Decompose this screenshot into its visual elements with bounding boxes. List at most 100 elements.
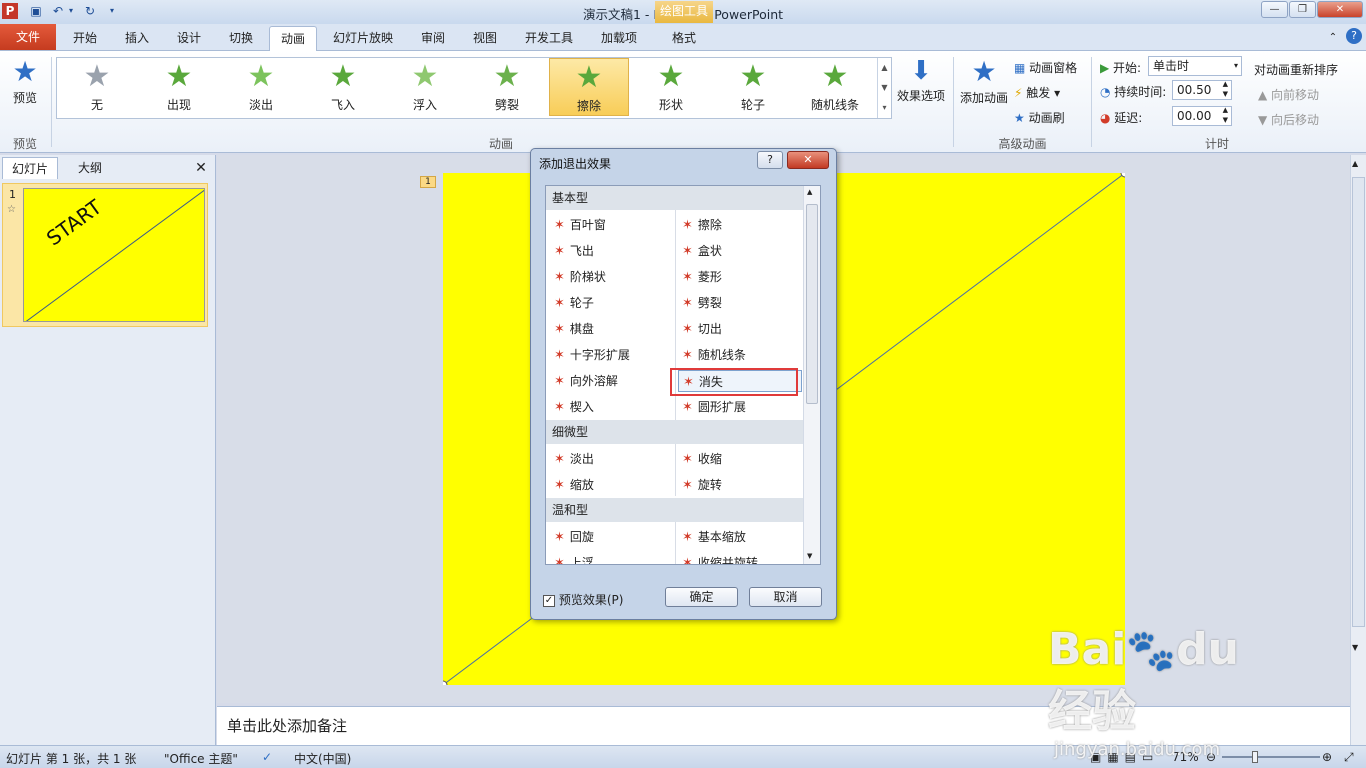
scroll-thumb[interactable] (806, 204, 818, 404)
scroll-down-icon[interactable]: ▼ (1352, 643, 1358, 652)
effect-item[interactable]: ✶ 棋盘 (554, 318, 594, 340)
tab-design[interactable]: 设计 (166, 26, 212, 50)
maximize-button[interactable]: ❐ (1289, 1, 1316, 18)
close-window-button[interactable]: ✕ (1317, 1, 1363, 18)
effect-item[interactable]: ✶ 楔入 (554, 396, 594, 418)
scroll-up-icon[interactable]: ▲ (1352, 159, 1358, 168)
effect-list-scrollbar[interactable]: ▲ ▼ (803, 186, 820, 564)
language[interactable]: 中文(中国) (294, 750, 351, 767)
animation-wipe[interactable]: ★ 擦除 (549, 58, 629, 116)
close-pane-icon[interactable]: ✕ (192, 157, 210, 179)
animation-label: 轮子 (740, 98, 765, 112)
tab-review[interactable]: 审阅 (410, 26, 456, 50)
effect-label: 基本缩放 (697, 530, 746, 544)
theme-name[interactable]: "Office 主题" (164, 750, 238, 767)
dialog-close-button[interactable]: ✕ (787, 151, 829, 169)
move-later-button[interactable]: ▼ 向后移动 (1258, 111, 1319, 128)
tab-slideshow[interactable]: 幻灯片放映 (326, 26, 400, 50)
animation-float-in[interactable]: ★ 浮入 (385, 58, 465, 116)
checkbox-check-icon[interactable]: ✓ (543, 594, 555, 607)
zoom-in-icon[interactable]: ⊕ (1322, 750, 1332, 764)
tab-home[interactable]: 开始 (62, 26, 108, 50)
spellcheck-icon[interactable]: ✓ (262, 750, 272, 764)
animation-wheel[interactable]: ★ 轮子 (713, 58, 793, 116)
tab-file[interactable]: 文件 (0, 24, 56, 50)
animation-painter-button[interactable]: ★ 动画刷 (1014, 109, 1065, 126)
effect-item[interactable]: ✶ 阶梯状 (554, 266, 606, 288)
effect-item[interactable]: ✶ 收缩并旋转 (682, 552, 758, 564)
animation-fly-in[interactable]: ★ 飞入 (303, 58, 383, 116)
effect-item[interactable]: ✶ 回旋 (554, 526, 594, 548)
tab-view[interactable]: 视图 (462, 26, 508, 50)
ok-button[interactable]: 确定 (665, 587, 738, 607)
effect-item[interactable]: ✶ 收缩 (682, 448, 722, 470)
delay-label-text: 延迟: (1114, 111, 1143, 125)
watermark-url: jingyan.baidu.com (1054, 739, 1221, 760)
effect-item[interactable]: ✶ 轮子 (554, 292, 594, 314)
slide-thumbnail-container[interactable]: 1 ☆ START (2, 183, 208, 327)
tab-developer[interactable]: 开发工具 (516, 26, 582, 50)
animation-random-bars[interactable]: ★ 随机线条 (795, 58, 875, 116)
effect-item[interactable]: ✶ 劈裂 (682, 292, 722, 314)
tab-outline[interactable]: 大纲 (62, 157, 118, 179)
tab-insert[interactable]: 插入 (114, 26, 160, 50)
effect-item[interactable]: ✶ 随机线条 (682, 344, 746, 366)
scroll-up-icon[interactable]: ▲ (807, 188, 812, 196)
effect-label: 回旋 (569, 530, 594, 544)
effect-item[interactable]: ✶ 切出 (682, 318, 722, 340)
spinner-arrows-icon[interactable]: ▲ ▼ (1223, 105, 1228, 125)
fit-window-icon[interactable]: ⤢ (1344, 750, 1354, 765)
effect-item[interactable]: ✶ 菱形 (682, 266, 722, 288)
animation-fade[interactable]: ★ 淡出 (221, 58, 301, 116)
minimize-button[interactable]: — (1261, 1, 1288, 18)
duration-spinner[interactable]: 00.50 ▲ ▼ (1172, 80, 1232, 100)
animation-pane-button[interactable]: ▦ 动画窗格 (1014, 59, 1077, 76)
tab-transitions[interactable]: 切换 (218, 26, 264, 50)
effect-item[interactable]: ✶ 盒状 (682, 240, 722, 262)
effect-item[interactable]: ✶ 缩放 (554, 474, 594, 496)
tab-slides[interactable]: 幻灯片 (2, 157, 58, 179)
animation-none[interactable]: ★ 无 (57, 58, 137, 116)
effect-options-button[interactable]: ⬇ 效果选项 (896, 55, 946, 104)
effect-item[interactable]: ✶ 基本缩放 (682, 526, 746, 548)
effect-item[interactable]: ✶ 擦除 (682, 214, 722, 236)
animation-appear[interactable]: ★ 出现 (139, 58, 219, 116)
effect-item[interactable]: ✶ 淡出 (554, 448, 594, 470)
slide-thumbnail: START (23, 188, 205, 322)
scroll-thumb[interactable] (1352, 177, 1365, 627)
tab-addins[interactable]: 加载项 (592, 26, 646, 50)
thumbnail-diagonal-line (25, 189, 204, 321)
gallery-scroll[interactable]: ▲ ▼ ▾ (877, 58, 891, 118)
scroll-down-icon[interactable]: ▼ (807, 552, 812, 560)
animation-pane-label: 动画窗格 (1029, 61, 1078, 75)
lightning-icon: ⚡ (1014, 86, 1027, 100)
delay-spinner[interactable]: 00.00 ▲ ▼ (1172, 106, 1232, 126)
effect-item[interactable]: ✶ 向外溶解 (554, 370, 618, 392)
animation-order-tag[interactable]: 1 (420, 176, 436, 188)
move-earlier-button[interactable]: ▲ 向前移动 (1258, 86, 1319, 103)
column-divider (675, 444, 676, 496)
help-icon[interactable]: ? (1346, 28, 1362, 44)
move-later-label: 向后移动 (1271, 113, 1320, 127)
effect-item[interactable]: ✶ 飞出 (554, 240, 594, 262)
preview-button[interactable]: ★ 预览 (8, 55, 42, 106)
vertical-scrollbar[interactable]: ▲ ▼ (1350, 155, 1366, 745)
animation-shape[interactable]: ★ 形状 (631, 58, 711, 116)
tab-format[interactable]: 格式 (658, 26, 710, 50)
cancel-button[interactable]: 取消 (749, 587, 822, 607)
add-animation-button[interactable]: ★ 添加动画 (958, 55, 1010, 106)
preview-effect-checkbox[interactable]: ✓ 预览效果(P) (543, 591, 623, 608)
start-select[interactable]: 单击时 ▾ (1148, 56, 1242, 76)
tab-animations[interactable]: 动画 (269, 26, 317, 52)
effect-item[interactable]: ✶ 旋转 (682, 474, 722, 496)
effect-item[interactable]: ✶ 上浮 (554, 552, 594, 564)
spinner-arrows-icon[interactable]: ▲ ▼ (1223, 79, 1228, 99)
effect-item[interactable]: ✶ 圆形扩展 (682, 396, 746, 418)
effect-item[interactable]: ✶ 十字形扩展 (554, 344, 630, 366)
dialog-help-button[interactable]: ? (757, 151, 783, 169)
trigger-button[interactable]: ⚡ 触发 ▾ (1014, 84, 1060, 101)
animation-split[interactable]: ★ 劈裂 (467, 58, 547, 116)
collapse-ribbon-icon[interactable]: ⌃ (1326, 26, 1340, 50)
effect-item[interactable]: ✶ 百叶窗 (554, 214, 606, 236)
effect-label: 收缩 (697, 452, 722, 466)
